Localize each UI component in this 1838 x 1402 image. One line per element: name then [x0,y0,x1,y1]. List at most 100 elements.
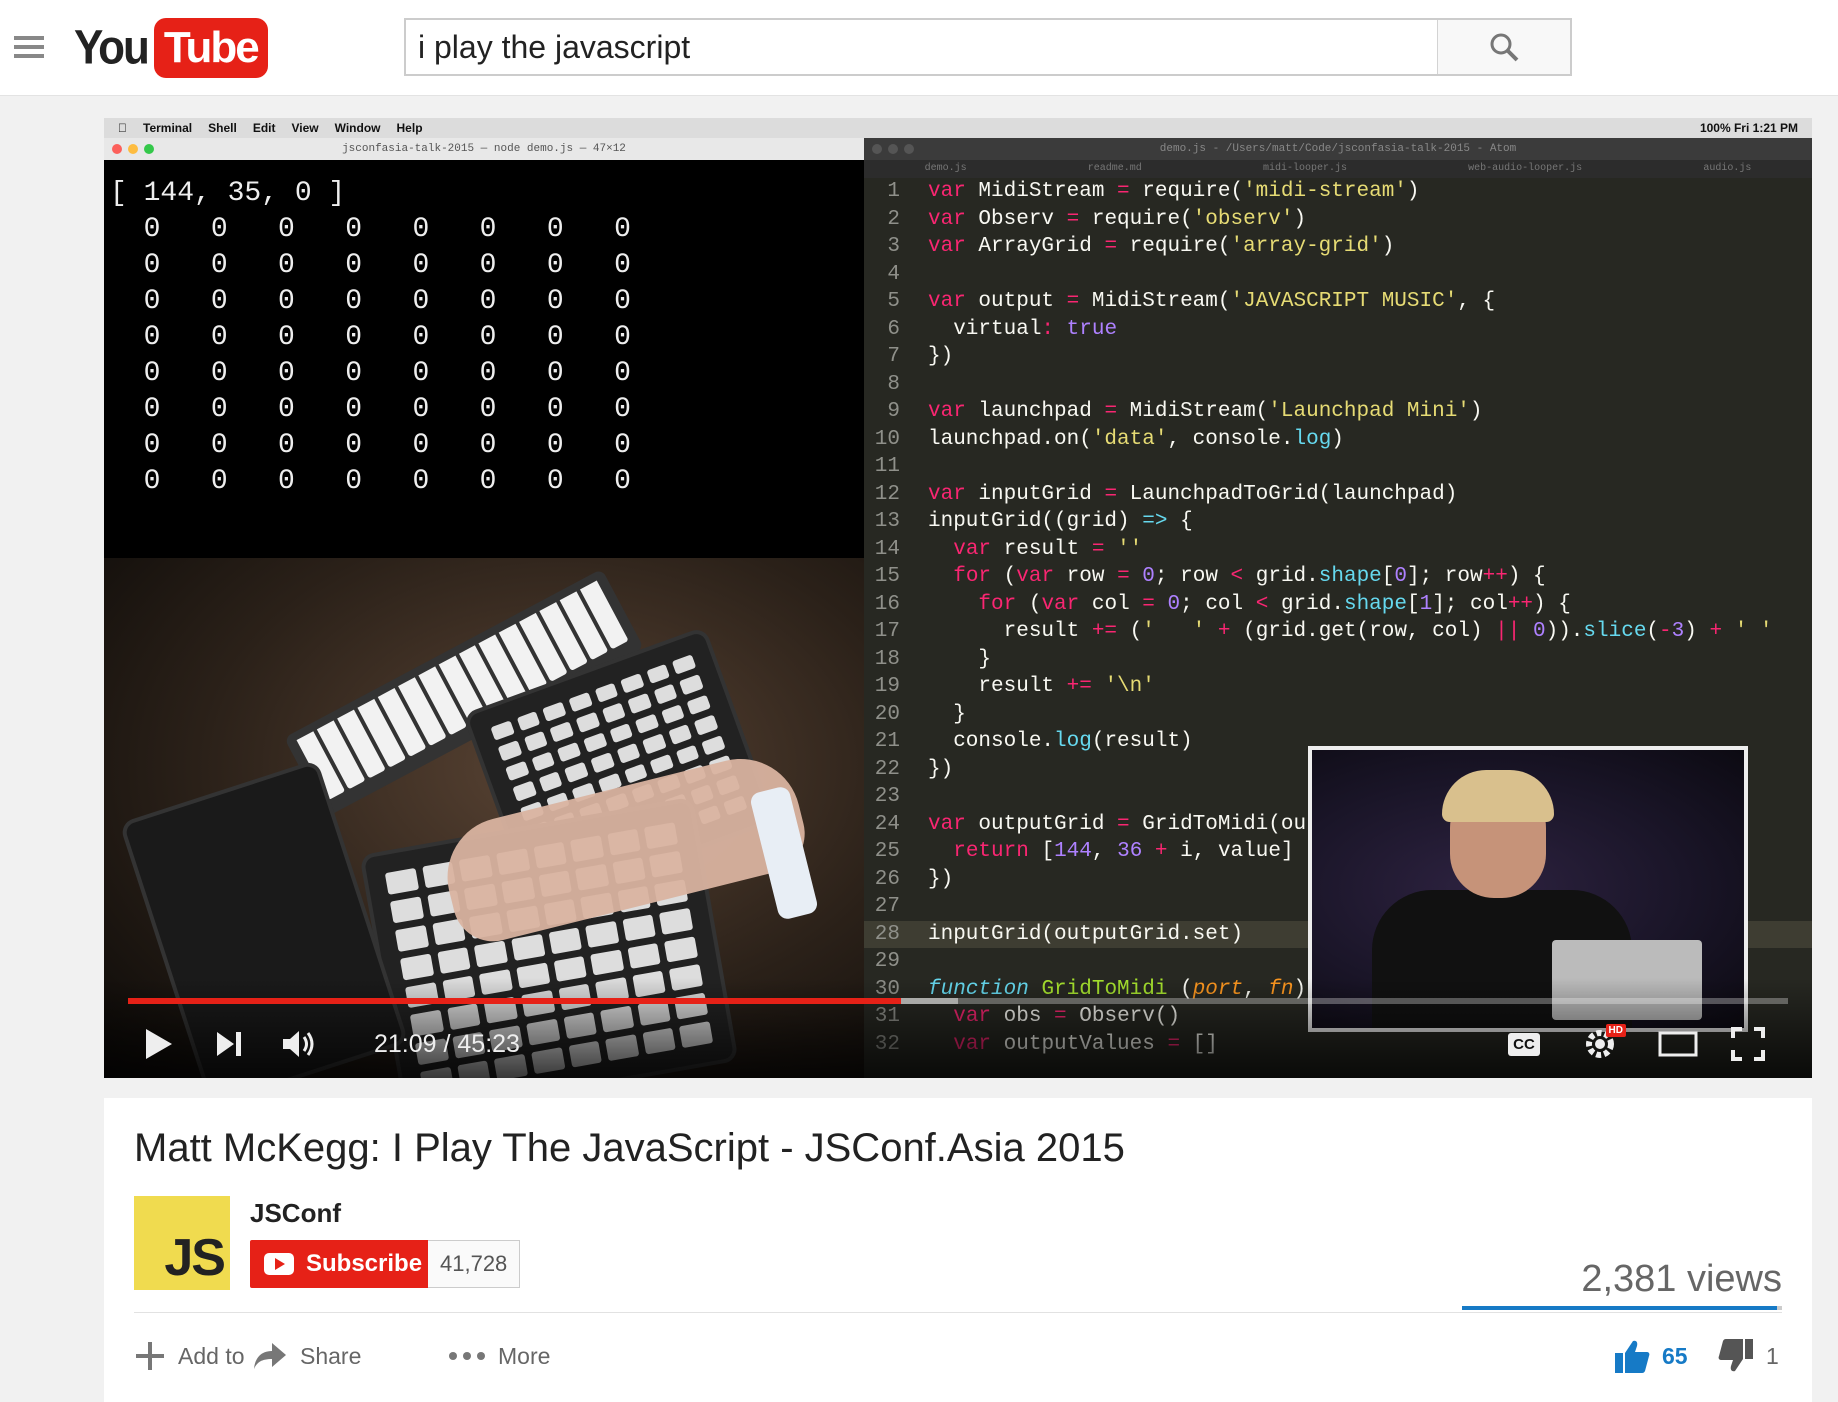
theater-mode-button[interactable] [1656,1024,1700,1064]
code-line: 16 for (var col = 0; col < grid.shape[1]… [864,591,1812,619]
pad-button [538,771,563,792]
volume-button[interactable] [274,1024,324,1064]
mac-menu-item: Shell [199,121,237,135]
code-line: 13 inputGrid((grid) => { [864,508,1812,536]
editor-tab: demo.js [924,163,967,174]
line-number: 16 [874,592,900,616]
line-number: 17 [874,620,900,643]
divider [134,1312,1782,1313]
like-button[interactable]: 65 [1614,1336,1688,1376]
editor-tab: midi-looper.js [1262,163,1347,174]
editor-tab: web-audio-looper.js [1468,163,1583,174]
pad-button [490,720,515,742]
share-button[interactable]: Share [252,1336,361,1376]
guide-menu-icon[interactable] [14,36,44,60]
editor-titlebar: demo.js - /Users/matt/Code/jsconfasia-ta… [864,138,1812,160]
more-button[interactable]: More [448,1336,550,1376]
editor-tab: readme.md [1087,163,1142,174]
progress-bar[interactable] [128,998,1788,1004]
line-number: 3 [887,235,900,258]
channel-avatar[interactable]: JS [134,1196,230,1290]
terminal-output: [ 144, 35, 0 ] 0 0 0 0 0 0 0 0 0 0 0 0 0… [110,178,631,497]
pad-button [634,713,660,734]
code-text: result += '\n' [928,675,1155,698]
subscribe-button[interactable]: Subscribe [250,1240,439,1288]
youtube-logo[interactable]: You Tube [74,18,268,78]
channel-name[interactable]: JSConf [250,1198,341,1229]
code-line: 4 [864,261,1812,289]
code-line: 3 var ArrayGrid = require('array-grid') [864,233,1812,261]
code-text: var Observ = require('observ') [928,207,1307,231]
theater-mode-icon [1658,1031,1698,1057]
code-line: 10 launchpad.on('data', console.log) [864,426,1812,454]
pad-button [668,724,693,745]
search-button[interactable] [1437,20,1570,74]
code-text: var ArrayGrid = require('array-grid') [928,235,1395,258]
view-count: 2,381 views [1581,1258,1782,1300]
mac-menu-item: Window [325,121,381,135]
pad-button [590,948,625,976]
code-line: 12 var inputGrid = LaunchpadToGrid(launch… [864,481,1812,509]
line-number: 2 [887,207,900,231]
mac-menu-item: Help [387,121,423,135]
add-to-label: Add to [178,1342,245,1369]
pad-button [549,721,574,743]
line-number: 27 [874,895,900,918]
pad-button [542,701,567,723]
more-label: More [498,1342,551,1369]
time-display: 21:09 / 45:23 [374,1030,520,1058]
line-number: 24 [874,812,900,836]
search-icon [1490,33,1519,62]
code-line: 6 virtual: true [864,316,1812,344]
play-icon [146,1029,172,1059]
speaker-hair [1442,770,1554,822]
next-button[interactable] [204,1024,254,1064]
fullscreen-button[interactable] [1726,1024,1770,1064]
pad-button [642,733,667,755]
line-number: 8 [887,372,900,396]
code-line: 20 } [864,701,1812,729]
dislike-button[interactable]: 1 [1718,1336,1779,1376]
code-line: 15 for (var row = 0; row < grid.shape[0]… [864,563,1812,591]
pad-button [675,744,700,765]
code-text: inputGrid(outputGrid.set) [928,922,1244,946]
pad-button [649,753,674,775]
pad-button [548,927,582,954]
subscribe-label: Subscribe [306,1250,423,1277]
code-line: 19 result += '\n' [864,673,1812,701]
line-number: 25 [874,840,900,863]
add-to-button[interactable]: Add to [134,1336,245,1376]
line-number: 26 [874,867,900,891]
search-box [404,18,1572,76]
pad-button [523,731,548,752]
pad-button [646,663,671,685]
play-button[interactable] [134,1024,184,1064]
pad-button [608,722,634,744]
code-text: var inputGrid = LaunchpadToGrid(launchpa… [928,482,1458,506]
pad-button [620,673,645,694]
search-input[interactable] [406,20,1437,74]
more-dots-icon [448,1351,486,1361]
code-text: }) [928,757,954,781]
pad-button [505,760,530,782]
captions-icon: CC [1508,1032,1540,1056]
video-title: Matt McKegg: I Play The JavaScript - JSC… [134,1126,1125,1170]
pad-button [399,953,434,981]
line-number: 19 [874,675,900,698]
code-line: 7}) [864,343,1812,371]
volume-icon [283,1031,314,1057]
line-number: 5 [887,290,900,313]
pad-button [660,703,686,725]
pad-button [530,751,556,772]
editor-title: demo.js - /Users/matt/Code/jsconfasia-ta… [1159,143,1517,155]
captions-button[interactable]: CC [1502,1024,1546,1064]
editor-tab: audio.js [1703,163,1752,174]
sentiment-like-fill [1462,1306,1778,1310]
pad-button [659,907,694,935]
settings-button[interactable]: HD [1578,1024,1626,1064]
line-number: 14 [874,537,900,561]
line-number: 9 [887,400,900,423]
video-player[interactable]:  Terminal Shell Edit View Window Help 1… [104,118,1812,1078]
code-text: for (var col = 0; col < grid.shape[1]; c… [978,592,1571,616]
avatar-text: JS [164,1229,226,1287]
